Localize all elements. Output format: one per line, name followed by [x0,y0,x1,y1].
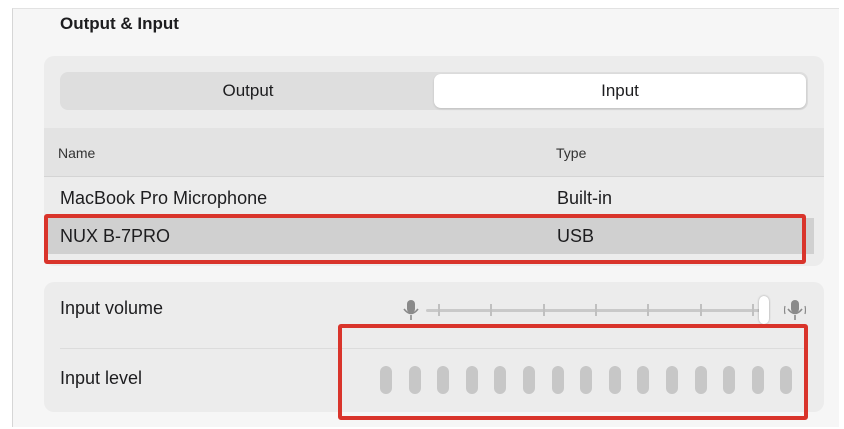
input-level-label: Input level [60,368,143,388]
microphone-low-icon [403,300,419,320]
microphone-high-icon [784,300,806,320]
slider-tick [595,304,597,316]
slider-tick [438,304,440,316]
table-row-selected[interactable]: NUX B-7PRO USB [44,218,814,254]
section-title: Output & Input [60,14,179,33]
device-name: NUX B-7PRO [60,226,171,246]
table-header: Name Type [44,128,824,177]
column-header-type[interactable]: Type [556,145,586,161]
device-type: USB [557,226,595,246]
slider-tick [699,304,702,316]
table-row[interactable]: MacBook Pro Microphone Built-in [44,180,814,216]
input-volume-slider[interactable] [400,294,810,326]
input-volume-label: Input volume [60,298,164,318]
slider-tick [490,304,493,316]
tab-output[interactable]: Output [62,74,434,108]
slider-tick [542,304,545,316]
tab-input[interactable]: Input [434,74,806,108]
device-type: Built-in [557,188,613,208]
slider-thumb[interactable] [759,296,769,324]
slider-tick [647,304,650,316]
input-level-highlight [338,324,808,420]
column-header-name[interactable]: Name [58,145,95,161]
output-input-segmented-control: Output Input [60,72,808,110]
device-name: MacBook Pro Microphone [60,188,268,208]
slider-tick [752,304,754,316]
